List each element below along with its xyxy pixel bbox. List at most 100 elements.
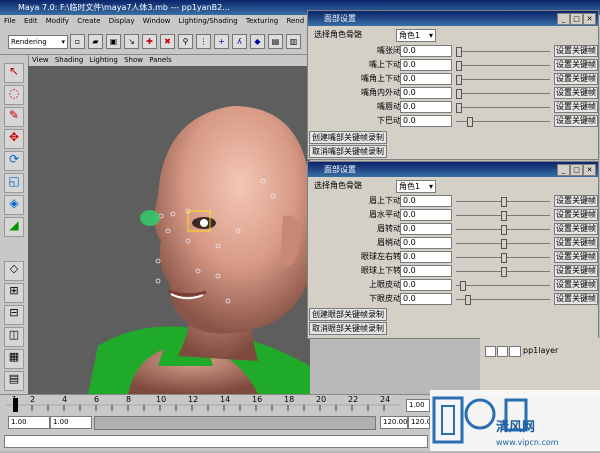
menu-modify[interactable]: Modify	[46, 17, 69, 25]
snap-surface-icon[interactable]: ◆	[250, 34, 265, 49]
value-field[interactable]: 0.0	[400, 293, 452, 305]
menu-render[interactable]: Rend	[286, 17, 304, 25]
menu-set-select[interactable]: Rendering ▾	[8, 35, 68, 49]
set-key-button[interactable]: 设置关键帧	[554, 265, 598, 277]
select-object-icon[interactable]: ✚	[142, 34, 157, 49]
slider-thumb[interactable]	[465, 295, 471, 305]
slider-track[interactable]	[456, 79, 550, 80]
ipr-render-icon[interactable]: ▥	[286, 34, 301, 49]
value-field[interactable]: 0.0	[400, 265, 452, 277]
snap-point-icon[interactable]: +	[214, 34, 229, 49]
mouth-character-select[interactable]: 角色1 ▾	[396, 29, 436, 42]
close-icon[interactable]: ✕	[583, 164, 596, 176]
lasso-tool-icon[interactable]: ◌	[4, 85, 24, 105]
slider-thumb[interactable]	[501, 211, 507, 221]
open-scene-icon[interactable]: ▰	[88, 34, 103, 49]
value-field[interactable]: 0.0	[400, 195, 452, 207]
paint-select-tool-icon[interactable]: ✎	[4, 107, 24, 127]
manipulator-tool-icon[interactable]: ◈	[4, 195, 24, 215]
lock-selection-icon[interactable]: ⚲	[178, 34, 193, 49]
menu-show[interactable]: Show	[124, 56, 143, 64]
menu-display[interactable]: Display	[109, 17, 135, 25]
slider-track[interactable]	[456, 93, 550, 94]
slider-thumb[interactable]	[501, 225, 507, 235]
value-field[interactable]: 0.0	[400, 209, 452, 221]
slider-track[interactable]	[456, 65, 550, 66]
value-field[interactable]: 0.0	[400, 73, 452, 85]
create-mouth-key-recording-button[interactable]: 创建嘴部关键帧录制	[309, 131, 387, 144]
value-field[interactable]: 0.0	[400, 251, 452, 263]
slider-track[interactable]	[456, 285, 550, 286]
layer-color-swatch[interactable]	[509, 346, 521, 357]
menu-create[interactable]: Create	[77, 17, 100, 25]
set-key-button[interactable]: 设置关键帧	[554, 293, 598, 305]
set-key-button[interactable]: 设置关键帧	[554, 59, 598, 71]
playback-start-field[interactable]: 1.00	[50, 416, 92, 429]
menu-lighting-shading[interactable]: Lighting/Shading	[179, 17, 238, 25]
value-field[interactable]: 0.0	[400, 223, 452, 235]
set-key-button[interactable]: 设置关键帧	[554, 279, 598, 291]
layout-hypershade-icon[interactable]: ▦	[4, 349, 24, 369]
slider-thumb[interactable]	[467, 117, 473, 127]
save-scene-icon[interactable]: ▣	[106, 34, 121, 49]
menu-shading[interactable]: Shading	[55, 56, 83, 64]
slider-track[interactable]	[456, 51, 550, 52]
current-frame-field[interactable]: 1.00	[406, 399, 430, 412]
start-time-field[interactable]: 1.00	[8, 416, 50, 429]
layout-two-icon[interactable]: ⊟	[4, 305, 24, 325]
snap-grid-icon[interactable]: ⋮	[196, 34, 211, 49]
set-key-button[interactable]: 设置关键帧	[554, 101, 598, 113]
layer-visibility-toggle[interactable]	[485, 346, 496, 357]
perspective-viewport[interactable]	[28, 66, 310, 394]
slider-thumb[interactable]	[456, 61, 462, 71]
maximize-icon[interactable]: □	[570, 13, 583, 25]
select-tool-icon[interactable]: ↖	[4, 63, 24, 83]
menu-file[interactable]: File	[4, 17, 16, 25]
set-key-button[interactable]: 设置关键帧	[554, 251, 598, 263]
layout-four-icon[interactable]: ⊞	[4, 283, 24, 303]
mouth-panel-titlebar[interactable]: 面部设置 _ □ ✕	[308, 11, 598, 26]
command-input[interactable]	[4, 435, 428, 448]
set-key-button[interactable]: 设置关键帧	[554, 195, 598, 207]
value-field[interactable]: 0.0	[400, 87, 452, 99]
value-field[interactable]: 0.0	[400, 115, 452, 127]
render-icon[interactable]: ▤	[268, 34, 283, 49]
slider-thumb[interactable]	[501, 253, 507, 263]
layer-type-toggle[interactable]	[497, 346, 508, 357]
menu-lighting[interactable]: Lighting	[90, 56, 118, 64]
value-field[interactable]: 0.0	[400, 45, 452, 57]
new-scene-icon[interactable]: ▫	[70, 34, 85, 49]
select-component-icon[interactable]: ✖	[160, 34, 175, 49]
slider-track[interactable]	[456, 107, 550, 108]
snap-curve-icon[interactable]: ʎ	[232, 34, 247, 49]
layout-persp-graph-icon[interactable]: ◫	[4, 327, 24, 347]
value-field[interactable]: 0.0	[400, 237, 452, 249]
rotate-tool-icon[interactable]: ⟳	[4, 151, 24, 171]
slider-thumb[interactable]	[456, 47, 462, 57]
create-eye-key-recording-button[interactable]: 创建眼部关键帧录制	[309, 308, 387, 321]
menu-edit[interactable]: Edit	[24, 17, 38, 25]
slider-thumb[interactable]	[501, 239, 507, 249]
set-key-button[interactable]: 设置关键帧	[554, 237, 598, 249]
time-slider[interactable]: 1 2 4 6 8 10 12 14 16 18 20 22 24 1.00	[0, 394, 430, 414]
select-hierarchy-icon[interactable]: ↘	[124, 34, 139, 49]
cancel-eye-key-recording-button[interactable]: 取消眼部关键帧录制	[309, 322, 387, 335]
minimize-icon[interactable]: _	[557, 164, 570, 176]
slider-thumb[interactable]	[460, 281, 466, 291]
menu-texturing[interactable]: Texturing	[246, 17, 278, 25]
menu-view[interactable]: View	[32, 56, 49, 64]
slider-thumb[interactable]	[456, 89, 462, 99]
slider-thumb[interactable]	[501, 267, 507, 277]
eye-character-select[interactable]: 角色1 ▾	[396, 180, 436, 193]
set-key-button[interactable]: 设置关键帧	[554, 209, 598, 221]
move-tool-icon[interactable]: ✥	[4, 129, 24, 149]
layer-row[interactable]: pp1layer	[485, 345, 597, 357]
value-field[interactable]: 0.0	[400, 101, 452, 113]
range-slider-bar[interactable]	[94, 416, 376, 430]
playback-end-field[interactable]: 120.00	[380, 416, 408, 429]
slider-thumb[interactable]	[456, 103, 462, 113]
minimize-icon[interactable]: _	[557, 13, 570, 25]
end-time-field[interactable]: 120.00	[408, 416, 430, 429]
set-key-button[interactable]: 设置关键帧	[554, 73, 598, 85]
maximize-icon[interactable]: □	[570, 164, 583, 176]
